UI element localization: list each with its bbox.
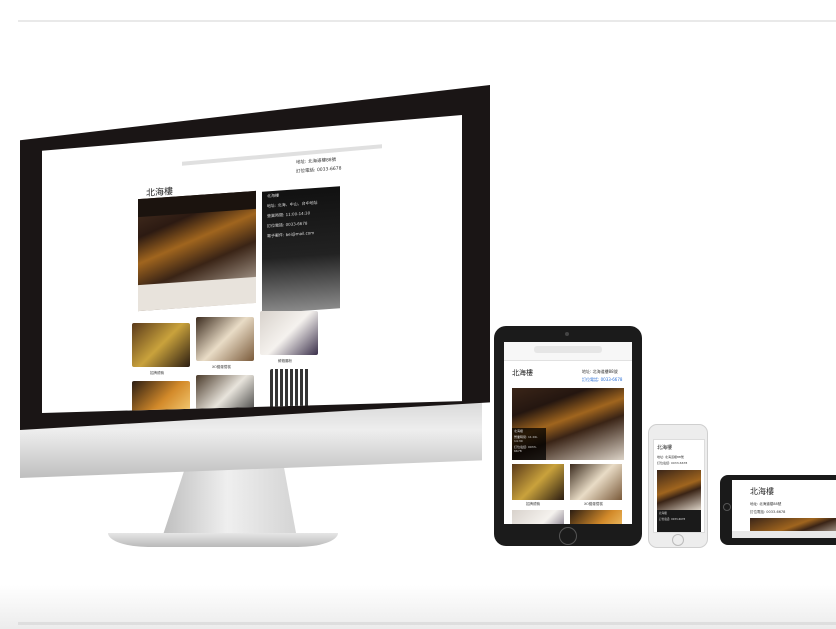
gallery-photo[interactable] bbox=[196, 317, 254, 361]
site-contact: 地址: 北海道樓88號 訂位電話: 0033-6678 bbox=[657, 454, 687, 466]
landscape-phone-screen: 北海樓 地址: 北海道樓88號 訂位電話: 0033-6678 bbox=[732, 480, 836, 538]
site-phone: 訂位電話: 0033-6678 bbox=[657, 461, 688, 465]
gallery-photo[interactable] bbox=[570, 464, 622, 500]
imac-screen: 北海樓 地址: 北海道樓88號 訂位電話: 0033-6678 北海樓 地址: … bbox=[42, 115, 462, 413]
home-button-icon[interactable] bbox=[672, 534, 684, 546]
gallery-photo[interactable] bbox=[512, 464, 564, 500]
gallery-caption: XO醬蘿蔔糕 bbox=[212, 365, 231, 369]
devices-mockup: 北海樓 地址: 北海道樓88號 訂位電話: 0033-6678 北海樓 地址: … bbox=[0, 0, 836, 629]
gallery-caption: 招牌燒鴨 bbox=[150, 371, 164, 375]
home-button-icon[interactable] bbox=[723, 503, 731, 511]
imac-base bbox=[108, 533, 338, 547]
home-button-icon[interactable] bbox=[559, 527, 577, 545]
iphone-device: 北海樓 地址: 北海道樓88號 訂位電話: 0033-6678 北海樓 訂位電話… bbox=[648, 424, 708, 548]
info-line: 訂位電話: 0033-6678 bbox=[659, 518, 686, 521]
top-divider bbox=[18, 20, 836, 22]
site-title: 北海樓 bbox=[657, 445, 673, 451]
gallery-photo[interactable] bbox=[260, 311, 318, 355]
gallery-photo[interactable] bbox=[512, 510, 564, 524]
imac-stand bbox=[160, 462, 298, 544]
site-title: 北海樓 bbox=[750, 487, 774, 496]
site-address: 地址: 北海道樓88號 bbox=[750, 502, 782, 506]
camera-icon bbox=[565, 332, 569, 336]
gallery-photo[interactable] bbox=[132, 323, 190, 367]
browser-url-field[interactable] bbox=[182, 144, 382, 166]
site-title: 北海樓 bbox=[512, 369, 533, 377]
info-line: 營業時間: 11:00-14:30 bbox=[514, 435, 538, 443]
restaurant-hero-photo bbox=[657, 470, 701, 510]
photo-floor bbox=[138, 276, 256, 312]
info-panel: 北海樓 訂位電話: 0033-6678 bbox=[657, 510, 701, 532]
site-contact: 地址: 北海道樓88號 訂位電話: 0033-6678 bbox=[296, 155, 341, 176]
gallery-photo[interactable] bbox=[132, 381, 190, 413]
gallery-caption: 鮮蝦腸粉 bbox=[278, 359, 292, 363]
site-contact: 地址: 北海道樓88號 訂位電話: 0033-6678 bbox=[750, 500, 785, 516]
bottom-divider bbox=[18, 622, 836, 625]
landscape-browser-bar[interactable] bbox=[732, 531, 836, 538]
site-phone-link[interactable]: 訂位電話: 0033-6678 bbox=[582, 376, 622, 384]
info-panel: 北海樓 營業時間: 11:00-14:30 訂位電話: 0033-6678 bbox=[512, 428, 546, 460]
landscape-phone-device: 北海樓 地址: 北海道樓88號 訂位電話: 0033-6678 bbox=[720, 475, 836, 545]
qr-code-icon bbox=[270, 369, 310, 409]
ipad-screen: 北海樓 地址: 北海道樓88號 訂位電話: 0033-6678 北海樓 營業時間… bbox=[504, 342, 632, 524]
site-contact: 地址: 北海道樓88號 訂位電話: 0033-6678 bbox=[582, 368, 622, 384]
gallery-caption: XO醬蘿蔔糕 bbox=[584, 502, 603, 506]
site-address: 地址: 北海道樓88號 bbox=[582, 369, 618, 374]
restaurant-hero-photo bbox=[138, 190, 256, 312]
ipad-url-field[interactable] bbox=[534, 346, 602, 353]
info-line: 訂位電話: 0033-6678 bbox=[514, 445, 537, 453]
info-panel: 北海樓 地址: 北海、中山、台中地址 營業時間: 11:00-14:30 訂位電… bbox=[262, 186, 340, 314]
ipad-device: 北海樓 地址: 北海道樓88號 訂位電話: 0033-6678 北海樓 營業時間… bbox=[494, 326, 642, 546]
gallery-photo[interactable] bbox=[570, 510, 622, 524]
gallery-caption: 招牌燒鴨 bbox=[526, 502, 540, 506]
iphone-screen: 北海樓 地址: 北海道樓88號 訂位電話: 0033-6678 北海樓 訂位電話… bbox=[653, 439, 705, 533]
ipad-browser-bar bbox=[504, 342, 632, 361]
site-phone: 訂位電話: 0033-6678 bbox=[750, 510, 786, 514]
